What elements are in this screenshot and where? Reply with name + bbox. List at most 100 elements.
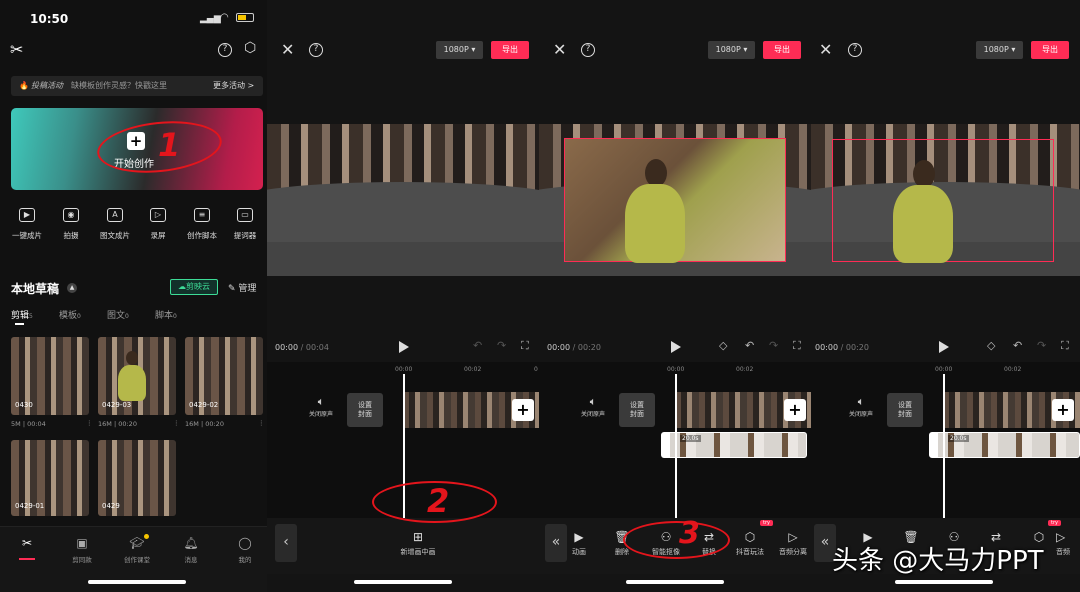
annotation-number-3: 3 [679, 516, 700, 551]
help-icon[interactable]: ? [309, 43, 323, 57]
add-clip-button[interactable]: + [512, 399, 534, 421]
keyframe-icon[interactable]: ◇ [987, 339, 995, 352]
add-overlay-icon: ⊞ [412, 530, 424, 544]
export-button[interactable]: 导出 [1031, 41, 1069, 59]
play-icon[interactable] [399, 341, 409, 353]
tab-template[interactable]: 模板0 [59, 308, 81, 321]
nav-academy[interactable]: 🎓︎ 创作课堂 [117, 534, 157, 564]
undo-icon[interactable]: ↶ [1013, 339, 1022, 352]
promo-banner[interactable]: 🔥 投稿活动 缺模板创作灵感？快戳这里 更多活动 > [11, 76, 263, 96]
help-icon[interactable]: ? [848, 43, 862, 57]
export-button[interactable]: 导出 [763, 41, 801, 59]
draft-meta: 5M | 00:04 [11, 420, 46, 428]
undo-icon[interactable]: ↶ [473, 339, 482, 352]
export-button[interactable]: 导出 [491, 41, 529, 59]
redo-icon[interactable]: ↷ [769, 339, 778, 352]
nav-templates[interactable]: ▣ 剪同款 [62, 536, 102, 564]
draft-thumbnail[interactable]: 0429-03 [98, 337, 176, 415]
wifi-icon: ◠ [220, 12, 229, 23]
close-icon[interactable]: ✕ [553, 40, 566, 59]
play-icon[interactable] [671, 341, 681, 353]
close-icon[interactable]: ✕ [819, 40, 832, 59]
ruler-tick: 00:00 [395, 366, 413, 373]
redo-icon[interactable]: ↷ [1037, 339, 1046, 352]
playhead[interactable] [943, 374, 945, 519]
watermark-text: 头条 @大马力PPT [832, 546, 1044, 576]
resolution-select[interactable]: 1080P ▾ [708, 41, 755, 59]
set-cover-button[interactable]: 设置 封面 [347, 393, 383, 427]
set-cover-button[interactable]: 设置 封面 [887, 393, 923, 427]
overlay-track-clip[interactable]: 20.0s [929, 432, 1080, 458]
capcut-logo-icon: ✂ [10, 40, 24, 59]
fullscreen-icon[interactable]: ⛶ [793, 339, 801, 353]
nav-profile[interactable]: ◯ 我的 [225, 536, 265, 564]
annotation-circle-3 [623, 521, 730, 559]
resolution-select[interactable]: 1080P ▾ [976, 41, 1023, 59]
home-screen: 10:50 ▂▄▆ ◠ ✂ ? ⬡ 🔥 投稿活动 缺模板创作灵感？快戳这里 更多… [0, 0, 267, 592]
nav-messages[interactable]: 🔔︎ 消息 [171, 536, 211, 564]
editor-screen-result: ✕ ? 1080P ▾ 导出 00:00 / 00:20 ◇ ↶ ↷ ⛶ 00:… [811, 0, 1080, 592]
keyframe-icon[interactable]: ◇ [719, 339, 727, 352]
trim-handle[interactable] [930, 433, 938, 457]
more-icon[interactable]: ⋮ [258, 419, 265, 427]
close-icon[interactable]: ✕ [281, 40, 294, 59]
back-icon[interactable]: ‹ [275, 524, 297, 562]
more-icon[interactable]: ⋮ [86, 419, 93, 427]
pencil-icon: ✎ [228, 284, 239, 294]
try-badge: try [760, 520, 773, 526]
overlay-video-cutout[interactable] [832, 139, 1054, 263]
tab-edit[interactable]: 剪辑5 [11, 308, 33, 325]
ruler-tick: 0 [534, 366, 538, 373]
play-icon[interactable] [939, 341, 949, 353]
help-icon[interactable]: ? [581, 43, 595, 57]
cloud-button[interactable]: ☁剪映云 [170, 279, 218, 295]
tool-animation[interactable]: ▶ 动画 [559, 530, 599, 557]
trim-handle[interactable] [662, 433, 670, 457]
battery-icon [236, 13, 254, 22]
settings-icon[interactable]: ⬡ [244, 40, 256, 56]
mute-original-button[interactable]: 🔈︎ 关闭原声 [849, 395, 873, 418]
shortcut-shoot[interactable]: ◉ 拍摄 [50, 208, 92, 241]
set-cover-button[interactable]: 设置 封面 [619, 393, 655, 427]
ruler-tick: 00:02 [736, 366, 754, 373]
help-icon[interactable]: ? [218, 43, 232, 57]
promo-more-link[interactable]: 更多活动 > [213, 76, 254, 96]
tool-add-pip[interactable]: ⊞ 新增画中画 [398, 530, 438, 557]
tab-graphic[interactable]: 图文0 [107, 308, 129, 321]
shortcut-teleprompter[interactable]: ▭ 提词器 [224, 208, 266, 241]
playhead[interactable] [675, 374, 677, 519]
add-clip-button[interactable]: + [1052, 399, 1074, 421]
tab-script[interactable]: 脚本0 [155, 308, 177, 321]
collapse-icon[interactable]: ▲ [67, 283, 77, 293]
fullscreen-icon[interactable]: ⛶ [1061, 339, 1069, 353]
resolution-select[interactable]: 1080P ▾ [436, 41, 483, 59]
draft-thumbnail[interactable]: 0430 [11, 337, 89, 415]
undo-icon[interactable]: ↶ [745, 339, 754, 352]
nav-edit[interactable]: ✂ [7, 536, 47, 560]
tool-audio-split[interactable]: ▷ 音频分离 [773, 530, 811, 557]
shortcut-screen-record[interactable]: ▷ 录屏 [137, 208, 179, 241]
redo-icon[interactable]: ↷ [497, 339, 506, 352]
mute-original-button[interactable]: 🔈︎ 关闭原声 [309, 395, 333, 418]
overlay-track-clip[interactable]: 20.0s [661, 432, 807, 458]
more-icon[interactable]: ⋮ [173, 419, 180, 427]
overlay-video[interactable] [564, 138, 786, 263]
shortcut-script[interactable]: ≡ 创作脚本 [181, 208, 223, 241]
home-indicator [626, 580, 724, 584]
tool-douyin-effects[interactable]: ⬡ 抖音玩法 [730, 530, 770, 557]
home-indicator [895, 580, 993, 584]
editor-screen-pip: ✕ ? 1080P ▾ 导出 00:00 / 00:04 ↶ ↷ ⛶ 00:00… [267, 0, 539, 592]
drafts-title: 本地草稿 [11, 282, 60, 296]
draft-thumbnail[interactable]: 0429-02 [185, 337, 263, 415]
timecode: 00:00 / 00:20 [547, 343, 601, 352]
shortcut-text-to-video[interactable]: A 图文成片 [94, 208, 136, 241]
fullscreen-icon[interactable]: ⛶ [521, 339, 529, 353]
tool-audio[interactable]: ▷ 音频 [1056, 530, 1080, 557]
camera-icon: ◉ [63, 208, 79, 222]
add-clip-button[interactable]: + [784, 399, 806, 421]
manage-button[interactable]: ✎ 管理 [228, 281, 256, 294]
mute-original-button[interactable]: 🔈︎ 关闭原声 [581, 395, 605, 418]
shortcut-one-click[interactable]: ▶ 一键成片 [6, 208, 48, 241]
draft-thumbnail[interactable]: 0429-01 [11, 440, 89, 516]
draft-thumbnail[interactable]: 0429 [98, 440, 176, 516]
